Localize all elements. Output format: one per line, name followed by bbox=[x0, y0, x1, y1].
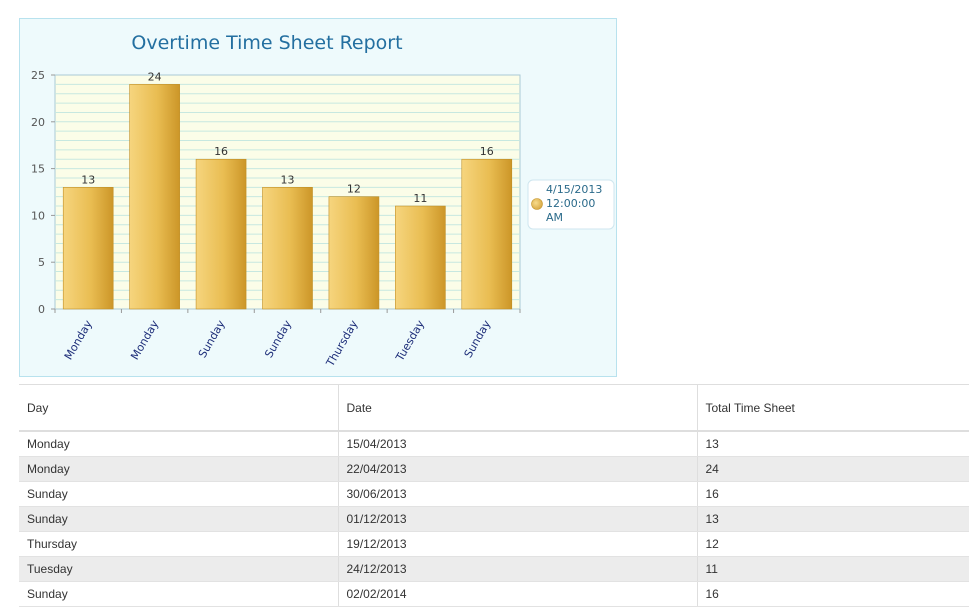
bar bbox=[62, 187, 114, 310]
header-date: Date bbox=[337, 384, 697, 432]
day-cell: Sunday bbox=[19, 481, 338, 507]
day-cell: Sunday bbox=[19, 506, 338, 532]
x-tick-label: Sunday bbox=[196, 318, 228, 361]
legend-label-line: 4/15/2013 bbox=[546, 183, 602, 196]
bar bbox=[129, 84, 180, 310]
bar bbox=[195, 158, 247, 310]
bar bbox=[262, 187, 313, 310]
total-cell: 16 bbox=[696, 581, 969, 607]
day-cell: Tuesday bbox=[19, 556, 338, 582]
day-cell: Sunday bbox=[19, 581, 338, 607]
date-cell: 22/04/2013 bbox=[337, 456, 697, 482]
x-tick-label: Sunday bbox=[262, 318, 294, 361]
date-cell: 24/12/2013 bbox=[337, 556, 697, 582]
header-total-time-sheet: Total Time Sheet bbox=[696, 384, 969, 432]
total-cell: 11 bbox=[696, 556, 969, 582]
y-tick-label: 15 bbox=[31, 163, 45, 176]
table-row: Sunday 30/06/2013 16 bbox=[19, 481, 969, 507]
date-cell: 30/06/2013 bbox=[337, 481, 697, 507]
bar-value-label: 24 bbox=[148, 70, 162, 83]
chart-title: Overtime Time Sheet Report bbox=[131, 32, 402, 54]
bar-value-label: 12 bbox=[347, 183, 361, 196]
table-row: Monday 15/04/2013 13 bbox=[19, 431, 969, 457]
time-sheet-table: Day Date Total Time Sheet Monday 15/04/20… bbox=[19, 384, 969, 607]
total-cell: 12 bbox=[696, 531, 969, 557]
y-tick-label: 0 bbox=[38, 303, 45, 316]
date-cell: 15/04/2013 bbox=[337, 431, 697, 457]
x-tick-label: Tuesday bbox=[393, 318, 427, 365]
chart-panel: Overtime Time Sheet Report 0 5 10 15 20 25 13 M… bbox=[19, 18, 617, 377]
date-cell: 02/02/2014 bbox=[337, 581, 697, 607]
table-header-row: Day Date Total Time Sheet bbox=[19, 384, 969, 432]
y-tick-label: 5 bbox=[38, 256, 45, 269]
x-tick-label: Thursday bbox=[323, 318, 361, 370]
x-tick-label: Monday bbox=[62, 318, 95, 363]
table-row: Sunday 02/02/2014 16 bbox=[19, 581, 969, 607]
bar bbox=[461, 158, 513, 310]
legend-marker bbox=[531, 198, 543, 210]
date-cell: 19/12/2013 bbox=[337, 531, 697, 557]
day-cell: Monday bbox=[19, 456, 338, 482]
legend-label-line: 12:00:00 bbox=[546, 197, 595, 210]
legend-label-line: AM bbox=[546, 211, 563, 224]
y-tick-label: 20 bbox=[31, 116, 45, 129]
x-tick-label: Monday bbox=[128, 318, 161, 363]
total-cell: 16 bbox=[696, 481, 969, 507]
x-tick-label: Sunday bbox=[462, 318, 494, 361]
total-cell: 24 bbox=[696, 456, 969, 482]
bar-value-label: 13 bbox=[81, 173, 95, 186]
bar-value-label: 13 bbox=[281, 173, 295, 186]
header-day: Day bbox=[19, 384, 338, 432]
y-tick-label: 25 bbox=[31, 69, 45, 82]
table-row: Sunday 01/12/2013 13 bbox=[19, 506, 969, 532]
total-cell: 13 bbox=[696, 506, 969, 532]
bar-value-label: 16 bbox=[480, 145, 494, 158]
table-row: Thursday 19/12/2013 12 bbox=[19, 531, 969, 557]
bar bbox=[395, 205, 446, 310]
y-tick-label: 10 bbox=[31, 209, 45, 222]
bar-value-label: 16 bbox=[214, 145, 228, 158]
bar-chart: Overtime Time Sheet Report 0 5 10 15 20 25 13 M… bbox=[31, 32, 615, 370]
date-cell: 01/12/2013 bbox=[337, 506, 697, 532]
day-cell: Thursday bbox=[19, 531, 338, 557]
day-cell: Monday bbox=[19, 431, 338, 457]
bar bbox=[328, 196, 380, 310]
bar-value-label: 11 bbox=[413, 192, 427, 205]
chart-legend: 4/15/201312:00:00AM bbox=[527, 179, 615, 230]
table-row: Monday 22/04/2013 24 bbox=[19, 456, 969, 482]
table-row: Tuesday 24/12/2013 11 bbox=[19, 556, 969, 582]
total-cell: 13 bbox=[696, 431, 969, 457]
